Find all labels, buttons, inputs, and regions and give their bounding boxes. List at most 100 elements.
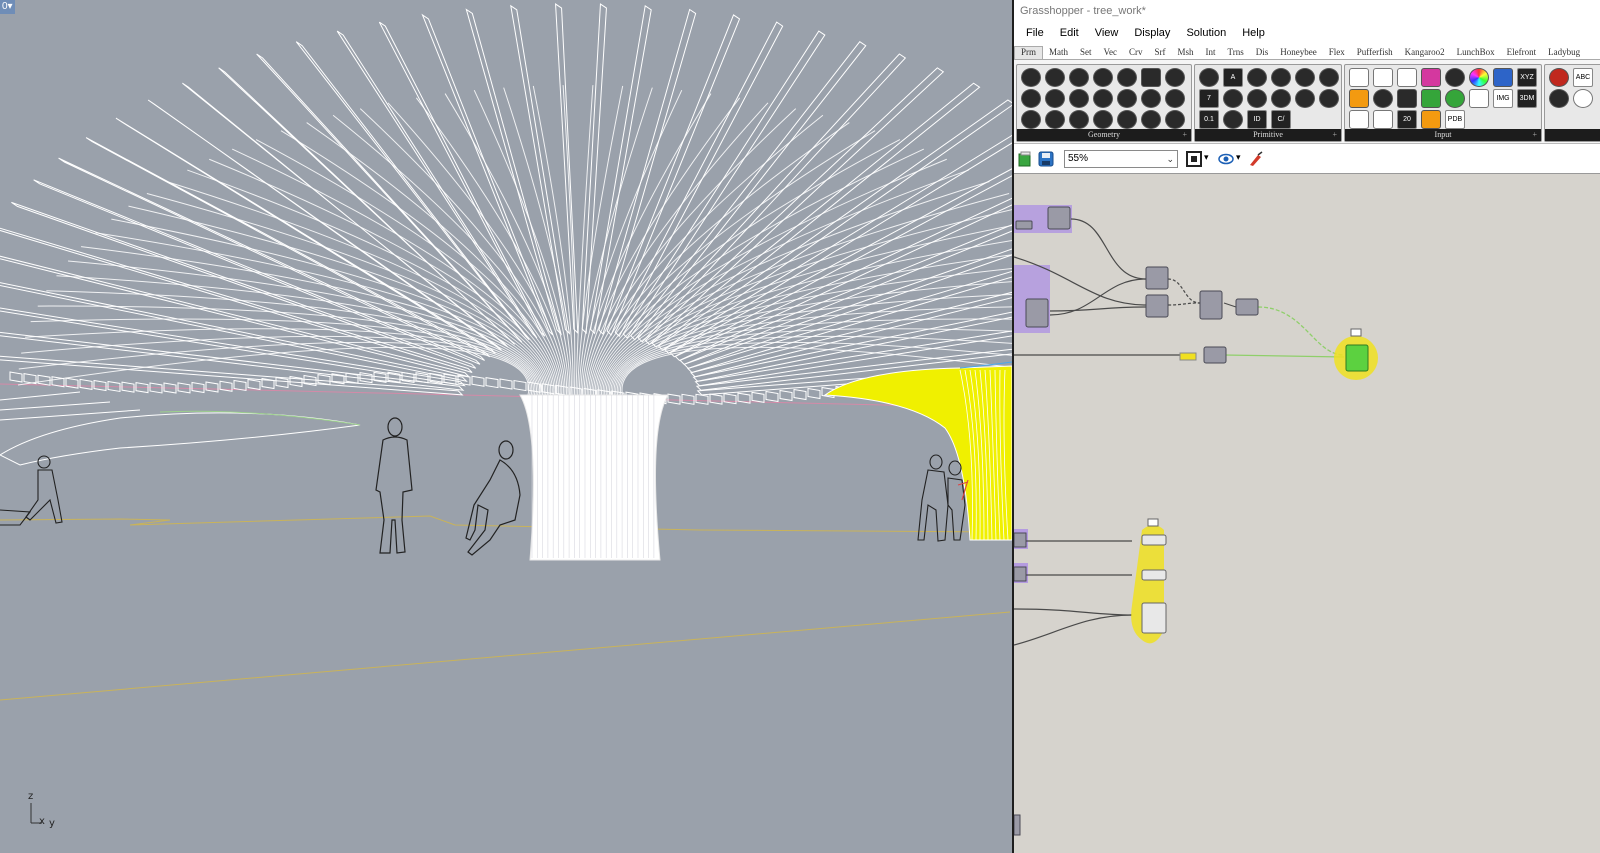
twisted-box-param-icon[interactable] bbox=[1045, 110, 1065, 129]
transform-param-icon[interactable] bbox=[1117, 110, 1137, 129]
time-param-icon[interactable] bbox=[1319, 89, 1339, 108]
slider-icon[interactable] bbox=[1349, 110, 1369, 129]
zoom-dropdown[interactable]: 55% ⌄ bbox=[1064, 150, 1178, 168]
text-tag-icon[interactable]: ABC bbox=[1573, 68, 1593, 87]
matrix-param-icon[interactable] bbox=[1247, 89, 1267, 108]
ring-icon[interactable] bbox=[1573, 89, 1593, 108]
path-param-icon[interactable] bbox=[1271, 89, 1291, 108]
md-slider-icon[interactable] bbox=[1421, 110, 1441, 129]
atom-param-icon[interactable] bbox=[1165, 110, 1185, 129]
boolean-param-icon[interactable] bbox=[1199, 68, 1219, 87]
panel-primitive: A 7 0.1 ID C/ Primitive + bbox=[1194, 64, 1342, 142]
line-param-icon[interactable] bbox=[1045, 89, 1065, 108]
geometry-param-icon[interactable] bbox=[1021, 68, 1041, 87]
brep-param-icon[interactable] bbox=[1117, 68, 1137, 87]
caret-icon[interactable]: ▾ bbox=[1204, 152, 1209, 163]
menu-solution[interactable]: Solution bbox=[1178, 27, 1234, 39]
button-icon[interactable] bbox=[1373, 68, 1393, 87]
toggle-icon[interactable] bbox=[1373, 89, 1393, 108]
matrix-input-icon[interactable] bbox=[1421, 89, 1441, 108]
file-path-param-icon[interactable] bbox=[1223, 110, 1243, 129]
tab-honeybee[interactable]: Honeybee bbox=[1274, 47, 1322, 59]
menu-edit[interactable]: Edit bbox=[1052, 27, 1087, 39]
panel-component-icon[interactable] bbox=[1349, 89, 1369, 108]
shader-param-icon[interactable] bbox=[1295, 89, 1315, 108]
import-icon[interactable] bbox=[1349, 68, 1369, 87]
tab-dis[interactable]: Dis bbox=[1250, 47, 1275, 59]
grasshopper-canvas[interactable] bbox=[1014, 175, 1600, 853]
value-list-icon[interactable] bbox=[1397, 68, 1417, 87]
menu-file[interactable]: File bbox=[1018, 27, 1052, 39]
tab-math[interactable]: Math bbox=[1043, 47, 1074, 59]
grasshopper-window[interactable]: Grasshopper - tree_work* File Edit View … bbox=[1012, 0, 1600, 853]
circle-param-icon[interactable] bbox=[1045, 68, 1065, 87]
tab-srf[interactable]: Srf bbox=[1149, 47, 1172, 59]
geometry-pipeline-icon[interactable] bbox=[1093, 110, 1113, 129]
guid-param-icon[interactable]: ID bbox=[1247, 110, 1267, 129]
tab-kangaroo2[interactable]: Kangaroo2 bbox=[1399, 47, 1451, 59]
open-file-icon[interactable] bbox=[1017, 151, 1033, 167]
group-param-icon[interactable] bbox=[1021, 89, 1041, 108]
model-import-icon[interactable]: 3DM bbox=[1517, 89, 1537, 108]
surface-param-icon[interactable] bbox=[1021, 110, 1041, 129]
canopy-fin bbox=[378, 21, 546, 337]
tree-icon[interactable] bbox=[1549, 89, 1569, 108]
tab-lunchbox[interactable]: LunchBox bbox=[1451, 47, 1501, 59]
box-param-icon[interactable] bbox=[1093, 68, 1113, 87]
tab-flex[interactable]: Flex bbox=[1323, 47, 1351, 59]
tab-trns[interactable]: Trns bbox=[1222, 47, 1250, 59]
pdb-import-icon[interactable]: PDB bbox=[1445, 110, 1465, 129]
cherry-icon[interactable] bbox=[1549, 68, 1569, 87]
image-sampler-icon[interactable]: IMG bbox=[1493, 89, 1513, 108]
graph-mapper-icon[interactable] bbox=[1445, 89, 1465, 108]
meshface-param-icon[interactable] bbox=[1093, 89, 1113, 108]
culture-param-icon[interactable] bbox=[1271, 68, 1291, 87]
integer-param-icon[interactable]: 7 bbox=[1199, 89, 1219, 108]
paint-brush-icon[interactable] bbox=[1248, 151, 1264, 167]
domain-param-icon[interactable] bbox=[1319, 68, 1339, 87]
zoom-extents-icon[interactable] bbox=[1186, 151, 1202, 167]
text-param-icon[interactable]: A bbox=[1223, 68, 1243, 87]
vector-param-icon[interactable] bbox=[1069, 110, 1089, 129]
data-param-icon[interactable] bbox=[1295, 68, 1315, 87]
curve-param-icon[interactable] bbox=[1165, 68, 1185, 87]
menu-display[interactable]: Display bbox=[1126, 27, 1178, 39]
menu-help[interactable]: Help bbox=[1234, 27, 1273, 39]
xyz-icon[interactable]: XYZ bbox=[1517, 68, 1537, 87]
location-param-icon[interactable] bbox=[1141, 110, 1161, 129]
number-param-icon[interactable]: 0.1 bbox=[1199, 110, 1219, 129]
tab-set[interactable]: Set bbox=[1074, 47, 1098, 59]
viewport-menu-button[interactable]: 0▾ bbox=[0, 0, 15, 14]
mesh-param-icon[interactable] bbox=[1069, 89, 1089, 108]
caret-icon[interactable]: ▾ bbox=[1236, 152, 1241, 163]
tab-prm[interactable]: Prm bbox=[1014, 46, 1044, 59]
control-knob-icon[interactable] bbox=[1373, 110, 1393, 129]
gradient-icon[interactable] bbox=[1421, 68, 1441, 87]
digit-scroller-icon[interactable]: 20 bbox=[1397, 110, 1417, 129]
tab-msh[interactable]: Msh bbox=[1172, 47, 1200, 59]
complex-param-icon[interactable]: C/ bbox=[1271, 110, 1291, 129]
tab-vec[interactable]: Vec bbox=[1098, 47, 1124, 59]
field-param-icon[interactable] bbox=[1141, 68, 1161, 87]
tab-int[interactable]: Int bbox=[1200, 47, 1222, 59]
arc-param-icon[interactable] bbox=[1069, 68, 1089, 87]
clock-icon[interactable] bbox=[1445, 68, 1465, 87]
menu-view[interactable]: View bbox=[1087, 27, 1127, 39]
calendar-icon[interactable] bbox=[1493, 68, 1513, 87]
colour-wheel-icon[interactable] bbox=[1469, 68, 1489, 87]
save-icon[interactable] bbox=[1038, 151, 1054, 167]
swatch-icon[interactable] bbox=[1397, 89, 1417, 108]
curve-graph-icon[interactable] bbox=[1469, 89, 1489, 108]
tab-ladybug[interactable]: Ladybug bbox=[1542, 47, 1586, 59]
colour-param-icon[interactable] bbox=[1247, 68, 1267, 87]
plane-param-icon[interactable] bbox=[1117, 89, 1137, 108]
tab-elefront[interactable]: Elefront bbox=[1501, 47, 1543, 59]
menu-bar: File Edit View Display Solution Help bbox=[1014, 22, 1600, 44]
preview-eye-icon[interactable] bbox=[1218, 151, 1234, 167]
tab-crv[interactable]: Crv bbox=[1123, 47, 1149, 59]
rectangle-param-icon[interactable] bbox=[1165, 89, 1185, 108]
point-param-icon[interactable] bbox=[1141, 89, 1161, 108]
domain2-param-icon[interactable] bbox=[1223, 89, 1243, 108]
tab-pufferfish[interactable]: Pufferfish bbox=[1351, 47, 1399, 59]
rhino-viewport[interactable]: 0▾ z x y bbox=[0, 0, 1012, 853]
